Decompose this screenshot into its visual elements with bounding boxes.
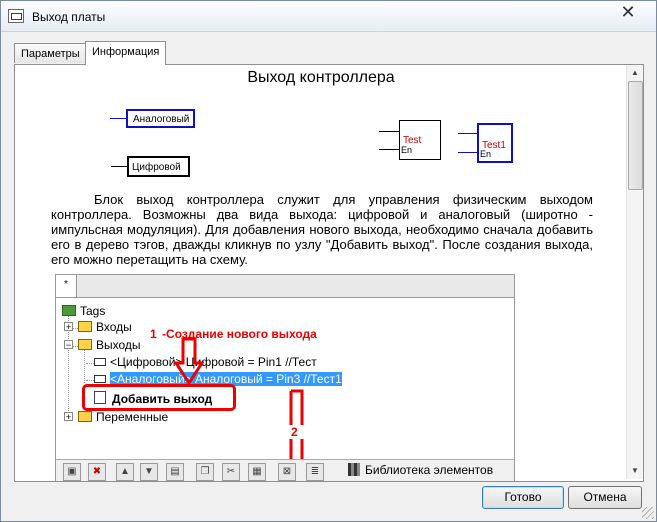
digital-block: Цифровой (127, 156, 190, 177)
tree-root-label: Tags (80, 304, 106, 318)
tree-toolbar: ▣ ✖ ▲ ▼ ▤ ❐ ✂ ▦ ⊠ ≣ Библиотека элементов (56, 459, 514, 481)
test-wire-2 (379, 149, 399, 150)
highlight-box (82, 384, 236, 411)
copy-icon: ❐ (200, 466, 210, 477)
app-icon (8, 9, 24, 23)
cancel-button[interactable]: Отмена (568, 486, 642, 509)
move-up-button[interactable]: ▲ (116, 463, 134, 481)
dialog-window: Выход платы ✕ Параметры Информация Выход… (0, 0, 657, 522)
tree-vars-label: Переменные (96, 410, 169, 424)
analog-block-label: Аналоговый (133, 114, 190, 125)
library-icon (348, 463, 360, 476)
arrow-down-icon: ▼ (144, 466, 154, 477)
test1-block-en: En (480, 149, 492, 159)
analog-wire (110, 118, 126, 119)
folder-icon (78, 411, 92, 422)
collapse-outputs[interactable]: − (64, 340, 73, 350)
new-tag-button[interactable]: ▣ (63, 463, 81, 481)
pin-icon (94, 358, 106, 366)
tab-parameters[interactable]: Параметры (14, 43, 86, 63)
annotation-1-number: 1 (150, 327, 157, 341)
new-icon: ▣ (67, 466, 77, 477)
copy-button[interactable]: ❐ (196, 463, 214, 481)
properties-button[interactable]: ▤ (166, 463, 184, 481)
folder-icon (78, 321, 92, 332)
paste-icon: ▦ (252, 466, 262, 477)
tree-tab: * (56, 275, 77, 297)
pin-icon (94, 375, 106, 383)
cut-icon: ✂ (226, 466, 236, 477)
analog-block: Аналоговый (126, 109, 195, 128)
properties-icon: ▤ (170, 466, 180, 477)
expand-inputs[interactable]: + (64, 322, 73, 332)
tags-icon (62, 305, 76, 316)
library-link[interactable]: Библиотека элементов (348, 463, 493, 477)
test1-wire-1 (458, 133, 478, 134)
list-icon: ≣ (310, 466, 320, 477)
scroll-down-icon[interactable]: ▼ (627, 463, 643, 479)
test1-wire-2 (458, 152, 478, 153)
description-text: Блок выход контроллера служит для управл… (51, 192, 593, 267)
tree-vars[interactable]: Переменные (78, 410, 168, 424)
tree-tabbar: * (56, 275, 514, 298)
doc-title: Выход контроллера (247, 69, 395, 86)
tree-root[interactable]: Tags (62, 304, 105, 318)
delete-button[interactable]: ✖ (88, 463, 106, 481)
tree-inputs-label: Входы (96, 320, 132, 334)
tab-information[interactable]: Информация (85, 41, 166, 65)
info-panel: Выход контроллера Аналоговый Цифровой Te… (14, 64, 644, 482)
move-down-button[interactable]: ▼ (140, 463, 158, 481)
close-icon: ✕ (620, 2, 636, 22)
tree-inputs[interactable]: Входы (78, 320, 132, 334)
expand-vars[interactable]: + (64, 412, 73, 422)
delete-icon: ✖ (92, 466, 102, 477)
resize-grip[interactable] (642, 507, 654, 519)
paste-button[interactable]: ▦ (248, 463, 266, 481)
test1-block: Test1 En (477, 123, 513, 163)
vertical-scrollbar[interactable]: ▲ ▼ (626, 65, 643, 479)
test-block: Test En (399, 120, 441, 160)
cut-button[interactable]: ✂ (222, 463, 240, 481)
digital-wire (111, 166, 127, 167)
scroll-thumb[interactable] (628, 81, 643, 190)
close-button[interactable]: ✕ (602, 1, 654, 23)
window-title: Выход платы (32, 10, 106, 24)
library-label: Библиотека элементов (365, 463, 494, 477)
add-output-toolbar-icon: ⊠ (282, 466, 292, 477)
digital-block-label: Цифровой (132, 162, 181, 173)
test-wire-1 (379, 131, 399, 132)
folder-icon (78, 339, 92, 350)
arrow-down-icon (174, 337, 204, 386)
test-block-en: En (401, 145, 413, 155)
list-button[interactable]: ≣ (306, 463, 324, 481)
scroll-up-icon[interactable]: ▲ (627, 65, 643, 81)
tree-outputs-label: Выходы (96, 338, 141, 352)
arrow-up-icon: ▲ (120, 466, 130, 477)
tree-item-digital-label: <Цифровой> Цифровой = Pin1 //Тест (110, 355, 317, 369)
title-bar[interactable]: Выход платы ✕ (1, 1, 656, 32)
add-output-button[interactable]: ⊠ (278, 463, 296, 481)
tag-tree-screenshot: * Tags + Входы − Выходы <Цифровой> Цифро… (55, 274, 515, 481)
tree-outputs[interactable]: Выходы (78, 338, 141, 352)
ok-button[interactable]: Готово (482, 486, 564, 509)
tree-item-digital[interactable]: <Цифровой> Цифровой = Pin1 //Тест (94, 355, 317, 369)
